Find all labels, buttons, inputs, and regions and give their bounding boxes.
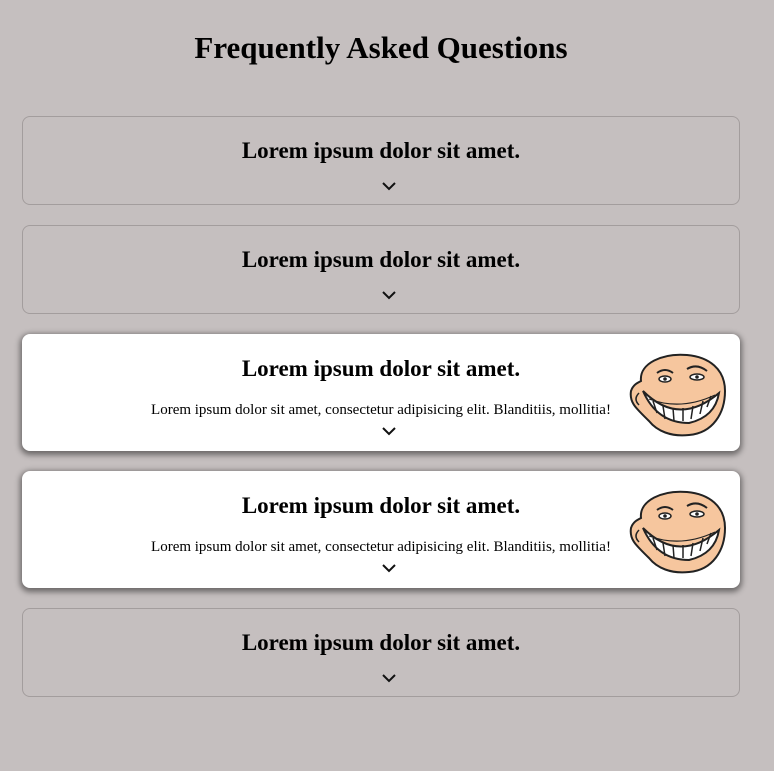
faq-item-4[interactable]: Lorem ipsum dolor sit amet. Lorem ipsum … xyxy=(22,471,740,588)
faq-item-2[interactable]: Lorem ipsum dolor sit amet. xyxy=(22,225,740,314)
chevron-down-icon[interactable] xyxy=(381,290,397,300)
faq-question[interactable]: Lorem ipsum dolor sit amet. xyxy=(23,629,739,657)
chevron-down-icon[interactable] xyxy=(381,673,397,683)
page-title: Frequently Asked Questions xyxy=(194,30,568,65)
chevron-down-icon[interactable] xyxy=(381,563,397,573)
faq-item-5[interactable]: Lorem ipsum dolor sit amet. xyxy=(22,608,740,697)
faq-question[interactable]: Lorem ipsum dolor sit amet. xyxy=(23,492,739,520)
faq-answer: Lorem ipsum dolor sit amet, consectetur … xyxy=(151,402,611,418)
faq-question[interactable]: Lorem ipsum dolor sit amet. xyxy=(23,246,739,274)
faq-answer: Lorem ipsum dolor sit amet, consectetur … xyxy=(151,539,611,555)
faq-item-3[interactable]: Lorem ipsum dolor sit amet. Lorem ipsum … xyxy=(22,334,740,451)
chevron-down-icon[interactable] xyxy=(381,181,397,191)
faq-question[interactable]: Lorem ipsum dolor sit amet. xyxy=(23,137,739,165)
faq-list: Lorem ipsum dolor sit amet. Lorem ipsum … xyxy=(22,116,740,717)
faq-item-1[interactable]: Lorem ipsum dolor sit amet. xyxy=(22,116,740,205)
faq-question[interactable]: Lorem ipsum dolor sit amet. xyxy=(23,355,739,383)
chevron-down-icon[interactable] xyxy=(381,426,397,436)
